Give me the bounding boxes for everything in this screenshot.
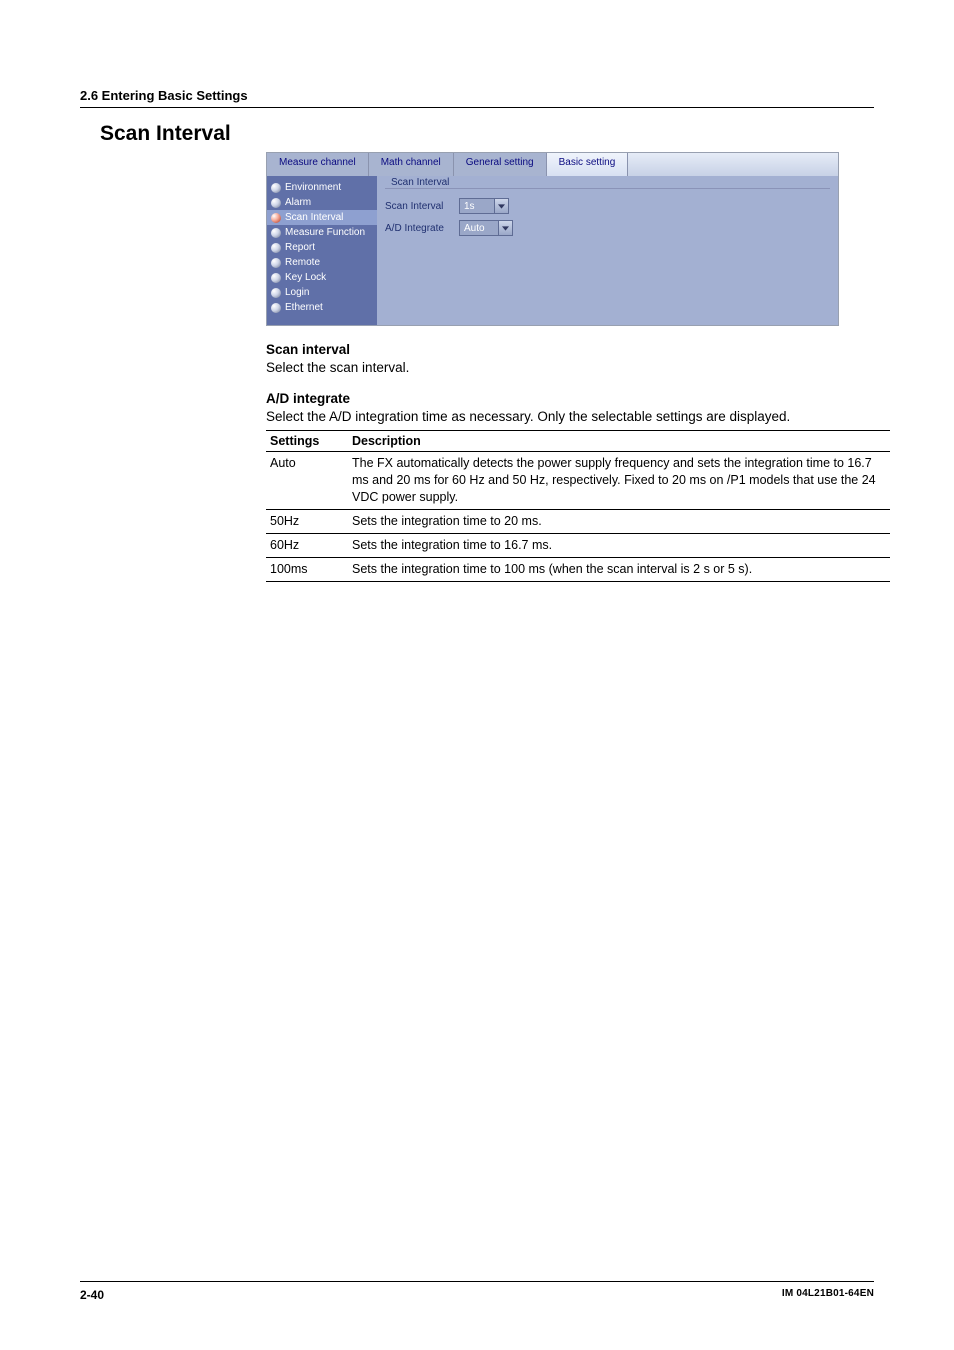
- tab-basic-setting[interactable]: Basic setting: [547, 153, 629, 176]
- sidebar-item-remote[interactable]: Remote: [267, 255, 377, 270]
- page-footer: 2-40 IM 04L21B01-64EN: [80, 1281, 874, 1302]
- table-row: 50Hz Sets the integration time to 20 ms.: [266, 510, 890, 534]
- settings-panel: Scan Interval Scan Interval 1s A/D Integ…: [377, 176, 838, 325]
- header-rule: [80, 107, 874, 108]
- sidebar: Environment Alarm Scan Interval Measure …: [267, 176, 377, 325]
- sidebar-item-label: Key Lock: [285, 272, 326, 283]
- sidebar-item-scan-interval[interactable]: Scan Interval: [267, 210, 377, 225]
- th-description: Description: [348, 431, 890, 452]
- bullet-icon: [271, 198, 281, 208]
- field-label: A/D Integrate: [385, 223, 459, 234]
- chevron-down-icon: [498, 221, 512, 235]
- field-label: Scan Interval: [385, 201, 459, 212]
- sidebar-item-environment[interactable]: Environment: [267, 180, 377, 195]
- bullet-icon: [271, 213, 281, 223]
- row-ad-integrate: A/D Integrate Auto: [385, 219, 830, 237]
- tab-math-channel[interactable]: Math channel: [369, 153, 454, 176]
- doc-id: IM 04L21B01-64EN: [782, 1288, 874, 1302]
- bullet-icon: [271, 243, 281, 253]
- page-title: Scan Interval: [100, 122, 874, 146]
- page-number: 2-40: [80, 1288, 104, 1302]
- subheading-scan-interval: Scan interval: [266, 342, 954, 357]
- sidebar-item-report[interactable]: Report: [267, 240, 377, 255]
- tab-blank-area: [628, 153, 838, 176]
- sidebar-item-label: Measure Function: [285, 227, 365, 238]
- sidebar-item-label: Scan Interval: [285, 212, 343, 223]
- row-scan-interval: Scan Interval 1s: [385, 197, 830, 215]
- subheading-ad-integrate: A/D integrate: [266, 391, 954, 406]
- text-scan-interval: Select the scan interval.: [266, 359, 954, 377]
- tab-general-setting[interactable]: General setting: [454, 153, 547, 176]
- sidebar-item-login[interactable]: Login: [267, 285, 377, 300]
- settings-table: Settings Description Auto The FX automat…: [266, 430, 890, 581]
- footer-rule: [80, 1281, 874, 1282]
- sidebar-item-label: Login: [285, 287, 309, 298]
- chevron-down-icon: [494, 199, 508, 213]
- bullet-icon: [271, 288, 281, 298]
- table-row: 60Hz Sets the integration time to 16.7 m…: [266, 533, 890, 557]
- table-row: Auto The FX automatically detects the po…: [266, 452, 890, 510]
- sidebar-item-label: Environment: [285, 182, 341, 193]
- table-row: 100ms Sets the integration time to 100 m…: [266, 557, 890, 581]
- scan-interval-dropdown[interactable]: 1s: [459, 198, 509, 214]
- bullet-icon: [271, 228, 281, 238]
- dropdown-value: Auto: [464, 223, 498, 234]
- bullet-icon: [271, 303, 281, 313]
- settings-screenshot: Measure channel Math channel General set…: [266, 152, 839, 326]
- dropdown-value: 1s: [464, 201, 494, 212]
- bullet-icon: [271, 273, 281, 283]
- text-ad-integrate: Select the A/D integration time as neces…: [266, 408, 954, 426]
- fieldset-legend: Scan Interval: [391, 177, 449, 188]
- cell-setting: 60Hz: [266, 533, 348, 557]
- sidebar-item-measure-function[interactable]: Measure Function: [267, 225, 377, 240]
- cell-description: The FX automatically detects the power s…: [348, 452, 890, 510]
- bullet-icon: [271, 183, 281, 193]
- cell-description: Sets the integration time to 20 ms.: [348, 510, 890, 534]
- table-head-row: Settings Description: [266, 431, 890, 452]
- bullet-icon: [271, 258, 281, 268]
- cell-setting: Auto: [266, 452, 348, 510]
- cell-setting: 100ms: [266, 557, 348, 581]
- sidebar-item-key-lock[interactable]: Key Lock: [267, 270, 377, 285]
- sidebar-item-label: Remote: [285, 257, 320, 268]
- tab-bar: Measure channel Math channel General set…: [267, 153, 838, 176]
- cell-description: Sets the integration time to 100 ms (whe…: [348, 557, 890, 581]
- sidebar-item-label: Report: [285, 242, 315, 253]
- sidebar-item-alarm[interactable]: Alarm: [267, 195, 377, 210]
- sidebar-item-label: Alarm: [285, 197, 311, 208]
- fieldset-rule: [385, 188, 830, 189]
- cell-setting: 50Hz: [266, 510, 348, 534]
- cell-description: Sets the integration time to 16.7 ms.: [348, 533, 890, 557]
- sidebar-item-label: Ethernet: [285, 302, 323, 313]
- header-section-label: 2.6 Entering Basic Settings: [80, 88, 874, 103]
- th-settings: Settings: [266, 431, 348, 452]
- sidebar-item-ethernet[interactable]: Ethernet: [267, 300, 377, 315]
- ad-integrate-dropdown[interactable]: Auto: [459, 220, 513, 236]
- tab-measure-channel[interactable]: Measure channel: [267, 153, 369, 176]
